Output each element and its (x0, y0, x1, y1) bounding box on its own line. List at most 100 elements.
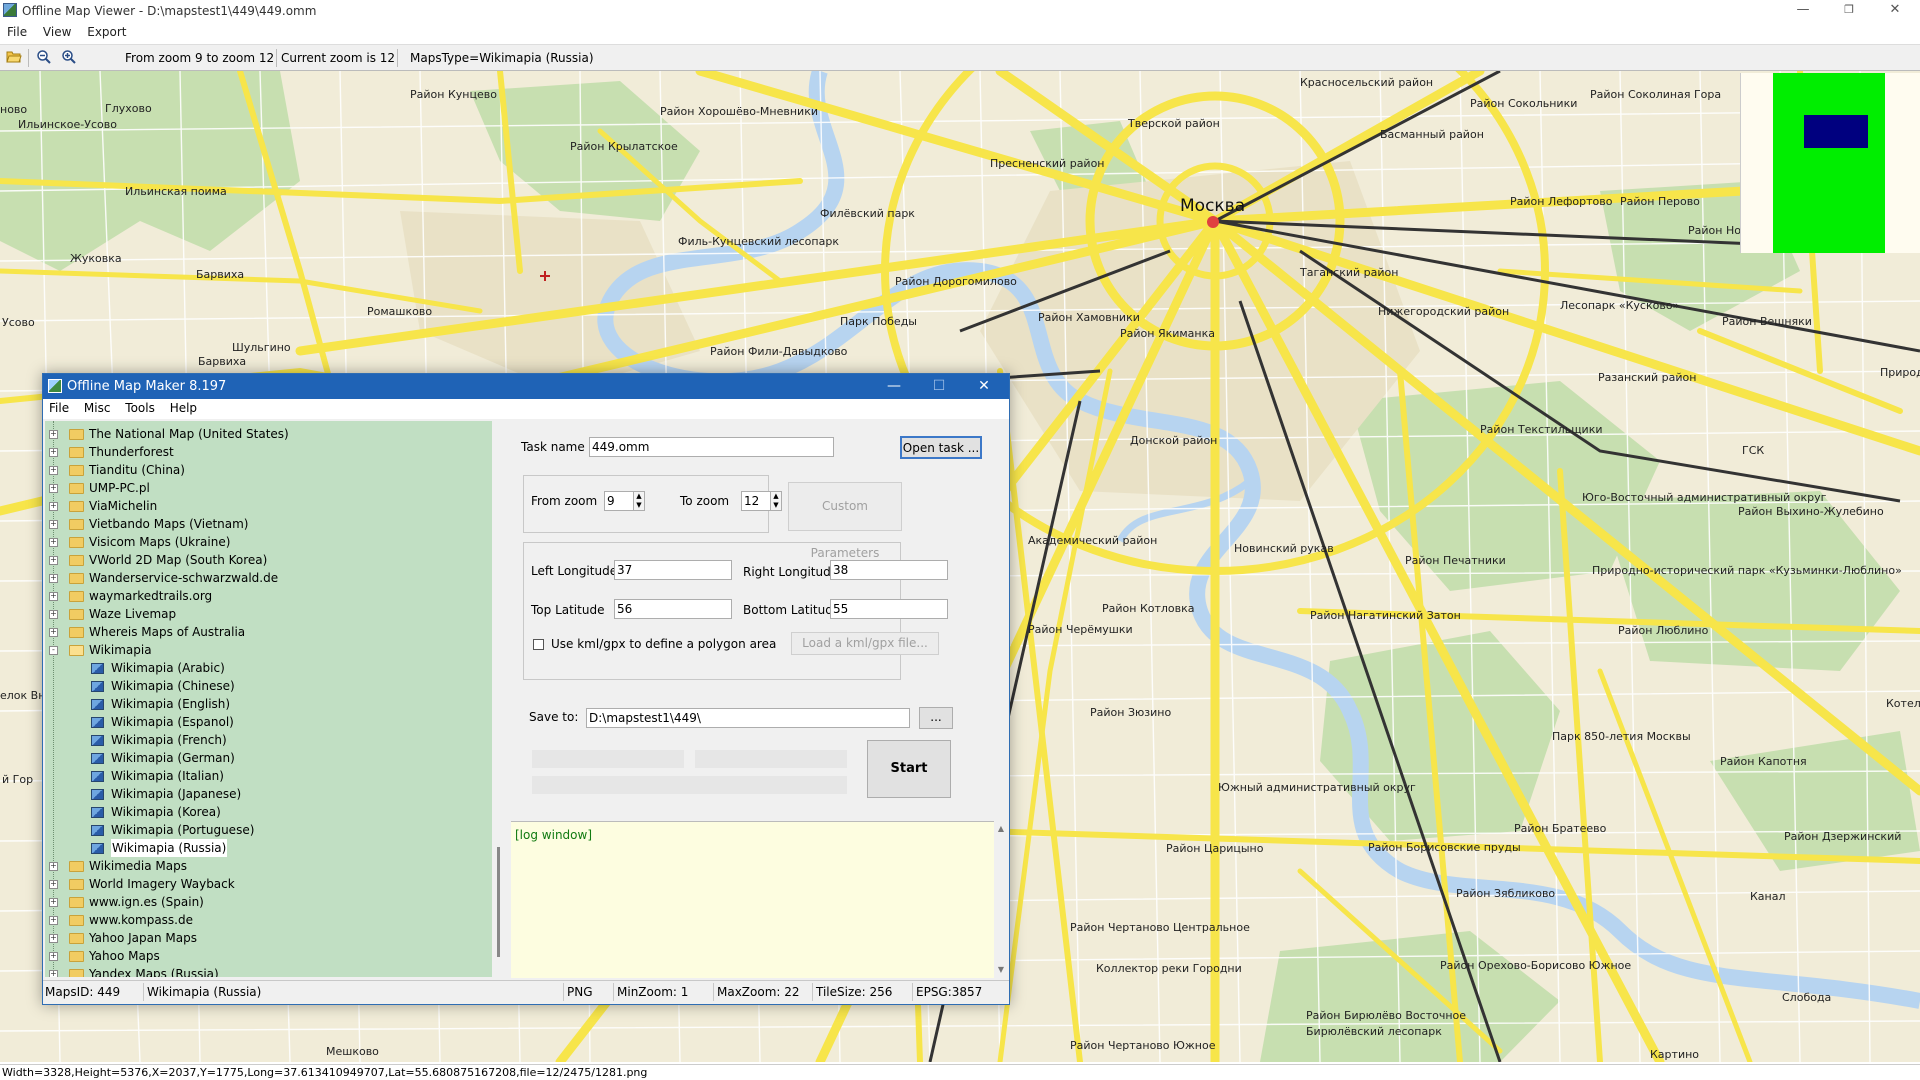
tree-scrollbar-thumb[interactable] (497, 847, 500, 957)
tree-folder-item[interactable]: + ViaMichelin (45, 497, 492, 515)
expand-icon[interactable]: + (49, 898, 58, 907)
tree-map-item[interactable]: Wikimapia (Russia) (45, 839, 492, 857)
task-name-input[interactable]: 449.omm (589, 437, 834, 457)
dialog-menu-misc[interactable]: Misc (78, 399, 116, 415)
map-source-tree[interactable]: + The National Map (United States) + Thunde… (45, 421, 492, 977)
tree-map-item[interactable]: Wikimapia (Portuguese) (45, 821, 492, 839)
to-zoom-spinner[interactable]: ▲ ▼ (770, 491, 782, 511)
expand-icon[interactable]: + (49, 574, 58, 583)
overview-minimap[interactable] (1740, 73, 1920, 253)
tree-map-item[interactable]: Wikimapia (Korea) (45, 803, 492, 821)
menu-export[interactable]: Export (80, 22, 131, 39)
load-kml-button[interactable]: Load a kml/gpx file... (791, 632, 939, 655)
folder-open-icon[interactable] (5, 49, 23, 67)
minimize-button[interactable]: — (1780, 0, 1826, 22)
tree-folder-item[interactable]: + Whereis Maps of Australia (45, 623, 492, 641)
tree-folder-item[interactable]: + World Imagery Wayback (45, 875, 492, 893)
tree-folder-item[interactable]: + Yahoo Japan Maps (45, 929, 492, 947)
map-label: Нижегородский район (1378, 305, 1509, 318)
tree-map-item[interactable]: Wikimapia (English) (45, 695, 492, 713)
browse-button[interactable]: ... (919, 707, 953, 729)
expand-icon[interactable]: + (49, 916, 58, 925)
menu-file[interactable]: File (0, 22, 32, 39)
tree-folder-item[interactable]: + Yahoo Maps (45, 947, 492, 965)
dialog-close-button[interactable]: ✕ (962, 374, 1006, 399)
expand-icon[interactable]: + (49, 880, 58, 889)
open-task-button[interactable]: Open task ... (900, 436, 982, 459)
expand-icon[interactable]: + (49, 430, 58, 439)
tree-folder-item[interactable]: + UMP-PC.pl (45, 479, 492, 497)
expand-icon[interactable]: + (49, 502, 58, 511)
tree-map-item[interactable]: Wikimapia (German) (45, 749, 492, 767)
bottom-latitude-label: Bottom Latitude (743, 603, 841, 617)
tree-map-item[interactable]: Wikimapia (French) (45, 731, 492, 749)
save-to-input[interactable]: D:\mapstest1\449\ (586, 708, 910, 728)
tree-folder-item[interactable]: + Tianditu (China) (45, 461, 492, 479)
tree-folder-item[interactable]: + VWorld 2D Map (South Korea) (45, 551, 492, 569)
expand-icon[interactable]: + (49, 628, 58, 637)
dialog-minimize-button[interactable]: — (872, 374, 916, 399)
dialog-menu-tools[interactable]: Tools (119, 399, 160, 415)
expand-icon[interactable]: + (49, 448, 58, 457)
custom-parameters-button[interactable]: Custom Parameters (788, 482, 902, 560)
tree-map-item[interactable]: Wikimapia (Espanol) (45, 713, 492, 731)
tree-map-item[interactable]: Wikimapia (Arabic) (45, 659, 492, 677)
expand-icon[interactable]: + (49, 538, 58, 547)
bottom-latitude-input[interactable]: 55 (830, 599, 948, 619)
collapse-icon[interactable]: - (49, 646, 58, 655)
zoom-in-icon[interactable] (60, 49, 78, 67)
tree-item-label: Vietbando Maps (Vietnam) (89, 517, 249, 531)
use-kml-checkbox[interactable] (533, 639, 544, 650)
expand-icon[interactable]: + (49, 610, 58, 619)
tree-folder-item[interactable]: + Waze Livemap (45, 605, 492, 623)
from-zoom-input[interactable]: 9 (604, 491, 634, 511)
expand-icon[interactable]: + (49, 592, 58, 601)
dialog-menu-file[interactable]: File (43, 399, 74, 415)
close-button[interactable]: ✕ (1872, 0, 1918, 22)
dialog-menu-help[interactable]: Help (164, 399, 202, 415)
left-longitude-input[interactable]: 37 (614, 560, 732, 580)
expand-icon[interactable]: + (49, 970, 58, 977)
right-longitude-input[interactable]: 38 (830, 560, 948, 580)
expand-icon[interactable]: + (49, 934, 58, 943)
to-zoom-input[interactable]: 12 (741, 491, 771, 511)
tree-folder-item[interactable]: + Thunderforest (45, 443, 492, 461)
tree-map-item[interactable]: Wikimapia (Japanese) (45, 785, 492, 803)
top-latitude-input[interactable]: 56 (614, 599, 732, 619)
expand-icon[interactable]: + (49, 556, 58, 565)
map-label: Разанский район (1598, 371, 1696, 384)
tree-folder-item[interactable]: - Wikimapia (45, 641, 492, 659)
expand-icon[interactable]: + (49, 466, 58, 475)
tree-folder-item[interactable]: + Wikimedia Maps (45, 857, 492, 875)
from-zoom-spinner[interactable]: ▲ ▼ (633, 491, 645, 511)
maximize-button[interactable]: ❐ (1826, 0, 1872, 22)
zoom-out-icon[interactable] (35, 49, 53, 67)
tree-folder-item[interactable]: + www.ign.es (Spain) (45, 893, 492, 911)
tree-folder-item[interactable]: + Visicom Maps (Ukraine) (45, 533, 492, 551)
log-scrollbar[interactable]: ▲ ▼ (994, 821, 1008, 977)
tree-folder-item[interactable]: + www.kompass.de (45, 911, 492, 929)
expand-icon[interactable]: + (49, 520, 58, 529)
tree-scrollbar[interactable] (492, 421, 508, 977)
overview-viewport[interactable] (1804, 115, 1868, 148)
dialog-maximize-button[interactable]: ☐ (917, 374, 961, 399)
tree-folder-item[interactable]: + The National Map (United States) (45, 425, 492, 443)
menu-view[interactable]: View (36, 22, 76, 39)
tree-map-item[interactable]: Wikimapia (Chinese) (45, 677, 492, 695)
tree-folder-item[interactable]: + waymarkedtrails.org (45, 587, 492, 605)
log-window[interactable]: [log window] (511, 821, 994, 978)
expand-icon[interactable]: + (49, 952, 58, 961)
tree-folder-item[interactable]: + Vietbando Maps (Vietnam) (45, 515, 492, 533)
expand-icon[interactable]: + (49, 484, 58, 493)
tree-map-item[interactable]: Wikimapia (Italian) (45, 767, 492, 785)
tree-item-label: ViaMichelin (89, 499, 158, 513)
tree-folder-item[interactable]: + Wanderservice-schwarzwald.de (45, 569, 492, 587)
map-label: Москва (1180, 196, 1245, 216)
map-label: Ильинское-Усово (18, 118, 117, 131)
tree-folder-item[interactable]: + Yandex Maps (Russia) (45, 965, 492, 977)
scroll-up-icon[interactable]: ▲ (994, 824, 1008, 833)
expand-icon[interactable]: + (49, 862, 58, 871)
scroll-down-icon[interactable]: ▼ (994, 965, 1008, 974)
dialog-titlebar[interactable]: Offline Map Maker 8.197 — ☐ ✕ (43, 374, 1009, 399)
start-button[interactable]: Start (867, 740, 951, 798)
